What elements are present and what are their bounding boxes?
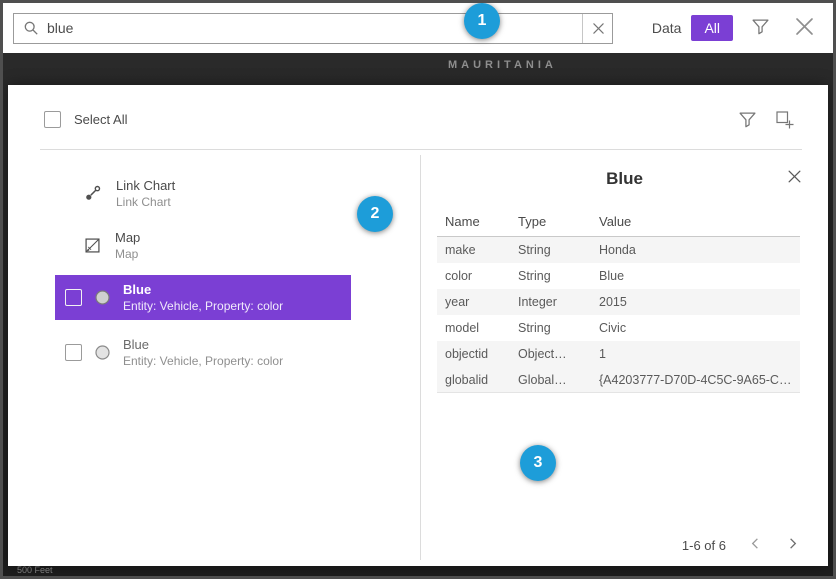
close-search-button[interactable] [794, 16, 815, 40]
clear-icon [592, 22, 605, 35]
search-icon [23, 20, 39, 36]
table-row: model String Civic [437, 315, 800, 341]
table-header: Name Type Value [437, 207, 800, 237]
map-icon [84, 237, 101, 254]
table-row: make String Honda [437, 237, 800, 263]
square-plus-icon [775, 110, 794, 129]
cell-type: Object… [518, 347, 599, 361]
entity-icon [94, 289, 111, 306]
result-checkbox[interactable] [65, 344, 82, 361]
result-subtitle: Link Chart [116, 195, 175, 209]
property-table: Name Type Value make String Honda color … [437, 207, 800, 393]
pagination: 1-6 of 6 [682, 536, 800, 554]
column-type: Type [518, 214, 599, 229]
chevron-right-icon [785, 536, 800, 551]
annotation-badge-3: 3 [520, 445, 556, 481]
filter-icon [751, 17, 770, 36]
annotation-badge-1: 1 [464, 3, 500, 39]
results-filter-button[interactable] [738, 110, 757, 132]
result-subtitle: Entity: Vehicle, Property: color [123, 299, 283, 313]
pagination-label: 1-6 of 6 [682, 538, 726, 553]
detail-panel: Blue Name Type Value make String Honda [421, 155, 828, 566]
cell-value: 2015 [599, 295, 800, 309]
cell-value: Civic [599, 321, 800, 335]
cell-name: objectid [437, 347, 518, 361]
result-title: Blue [123, 282, 283, 297]
search-filter-button[interactable] [751, 17, 770, 39]
app-window: Data All MAURITANIA 500 Feet Select All [0, 0, 836, 579]
all-scope-button[interactable]: All [691, 15, 733, 41]
clear-search-button[interactable] [582, 14, 612, 43]
cell-name: year [437, 295, 518, 309]
map-scale-label: 500 Feet [17, 565, 53, 575]
results-toolbar [738, 110, 794, 132]
cell-name: globalid [437, 373, 518, 387]
cell-value: Honda [599, 243, 800, 257]
chevron-left-icon [748, 536, 763, 551]
cell-type: Global… [518, 373, 599, 387]
cell-value: Blue [599, 269, 800, 283]
data-scope-button[interactable]: Data [652, 20, 682, 36]
search-bar: Data All [3, 3, 833, 53]
entity-icon [94, 344, 111, 361]
table-row: objectid Object… 1 [437, 341, 800, 367]
result-item-link-chart[interactable]: Link Chart Link Chart [84, 171, 175, 215]
cell-type: Integer [518, 295, 599, 309]
map-country-label: MAURITANIA [448, 59, 557, 71]
cell-type: String [518, 243, 599, 257]
table-row: color String Blue [437, 263, 800, 289]
column-name: Name [437, 214, 518, 229]
column-value: Value [599, 214, 800, 229]
detail-close-button[interactable] [787, 169, 802, 187]
search-input[interactable] [47, 14, 582, 43]
filter-icon [738, 110, 757, 129]
result-item-blue-selected[interactable]: Blue Entity: Vehicle, Property: color [55, 275, 351, 320]
next-page-button[interactable] [785, 536, 800, 554]
cell-value: {A4203777-D70D-4C5C-9A65-C… [599, 373, 800, 387]
close-icon [794, 16, 815, 37]
result-checkbox[interactable] [65, 289, 82, 306]
select-all-row: Select All [44, 111, 127, 128]
search-input-box[interactable] [13, 13, 613, 44]
result-item-blue[interactable]: Blue Entity: Vehicle, Property: color [55, 330, 351, 375]
result-subtitle: Map [115, 247, 140, 261]
divider [40, 149, 802, 150]
close-icon [787, 169, 802, 184]
prev-page-button[interactable] [748, 536, 763, 554]
annotation-badge-2: 2 [357, 196, 393, 232]
cell-name: make [437, 243, 518, 257]
result-title: Link Chart [116, 178, 175, 193]
result-title: Blue [123, 337, 283, 352]
add-to-new-button[interactable] [775, 110, 794, 132]
table-row: globalid Global… {A4203777-D70D-4C5C-9A6… [437, 367, 800, 393]
result-item-map[interactable]: Map Map [84, 223, 140, 267]
cell-value: 1 [599, 347, 800, 361]
select-all-checkbox[interactable] [44, 111, 61, 128]
result-subtitle: Entity: Vehicle, Property: color [123, 354, 283, 368]
cell-type: String [518, 321, 599, 335]
search-results-panel: Select All Link Chart Link Chart [8, 85, 828, 566]
cell-type: String [518, 269, 599, 283]
select-all-label: Select All [74, 112, 127, 127]
result-title: Map [115, 230, 140, 245]
table-row: year Integer 2015 [437, 289, 800, 315]
link-chart-icon [84, 184, 102, 202]
cell-name: color [437, 269, 518, 283]
cell-name: model [437, 321, 518, 335]
detail-title: Blue [421, 169, 828, 189]
